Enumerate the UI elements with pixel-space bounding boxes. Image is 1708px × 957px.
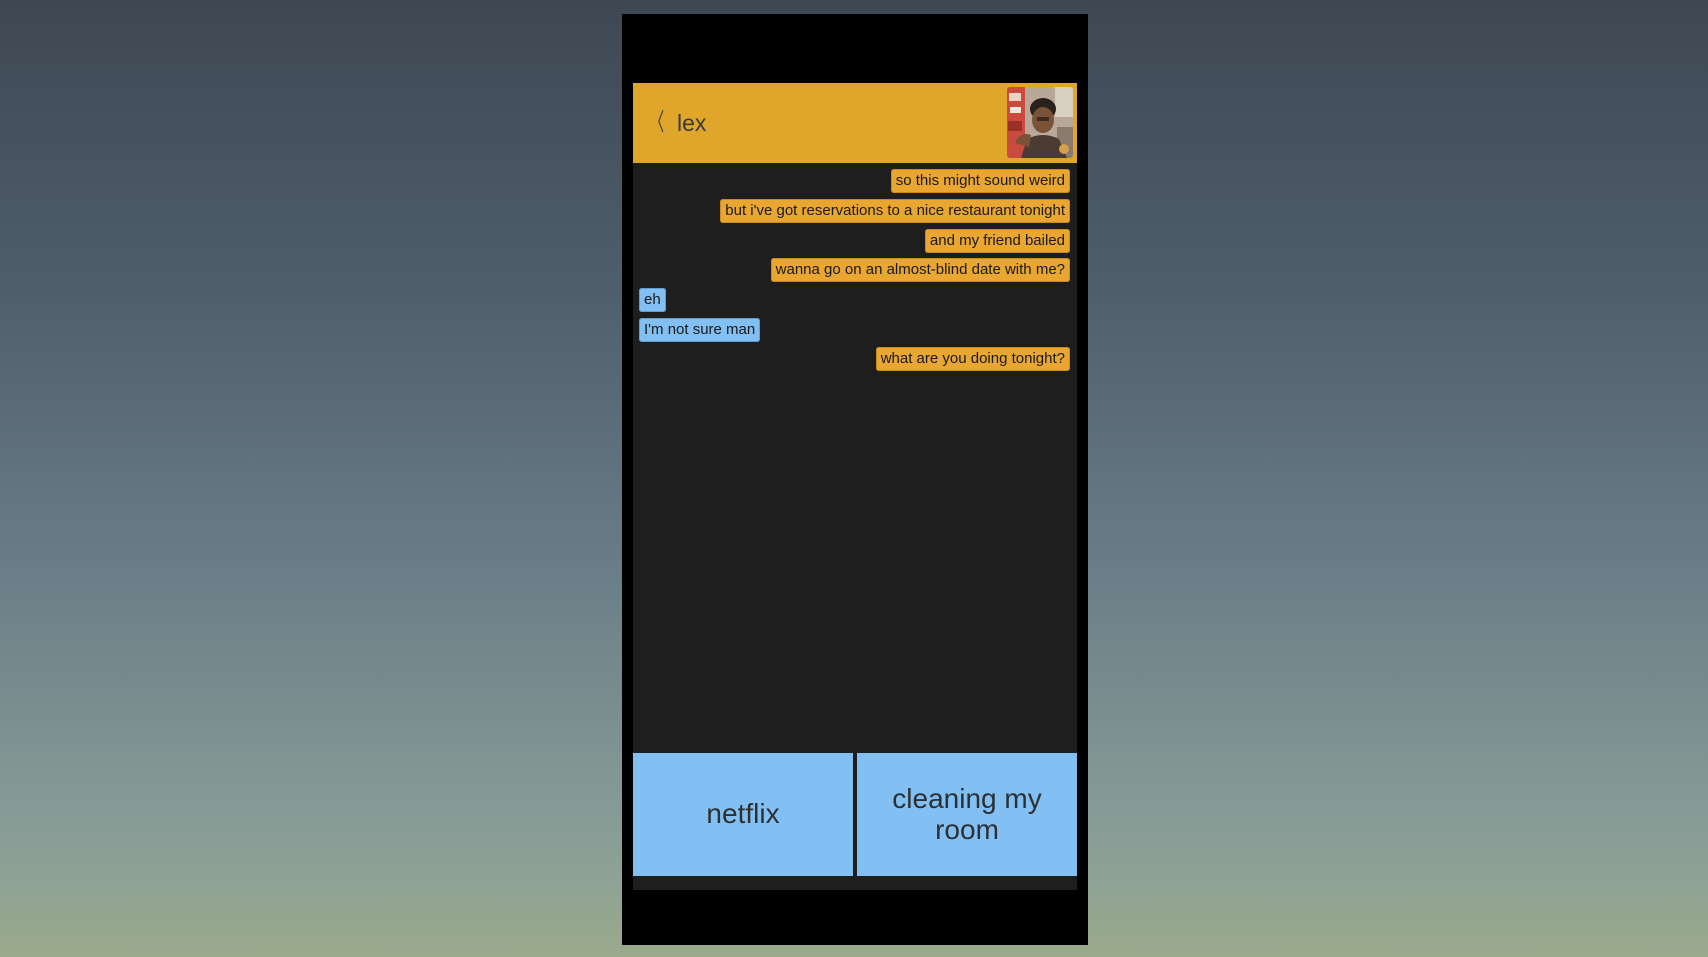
contact-name: lex [677, 109, 707, 136]
choice-cleaning-room-button[interactable]: cleaning my room [857, 753, 1077, 876]
contact-photo-icon [1007, 87, 1073, 158]
message-bubble-sent: what are you doing tonight? [875, 347, 1070, 371]
chevron-left-icon: 〈 [649, 109, 665, 136]
chat-header: 〈 lex [633, 83, 1077, 163]
message-bubble-received: eh [639, 288, 666, 312]
back-button[interactable]: 〈 lex [645, 103, 707, 143]
message-bubble-sent: but i've got reservations to a nice rest… [720, 199, 1070, 223]
phone-frame: 〈 lex so this might sound weird but i've… [622, 14, 1088, 945]
message-bubble-sent: so this might sound weird [890, 169, 1070, 193]
message-bubble-sent: wanna go on an almost-blind date with me… [770, 258, 1070, 282]
chat-screen: 〈 lex so this might sound weird but i've… [633, 83, 1077, 890]
message-bubble-received: I'm not sure man [639, 318, 761, 342]
avatar[interactable] [1007, 87, 1073, 158]
reply-choices: netflix cleaning my room [633, 753, 1077, 876]
choice-netflix-button[interactable]: netflix [633, 753, 853, 876]
message-bubble-sent: and my friend bailed [924, 229, 1070, 253]
